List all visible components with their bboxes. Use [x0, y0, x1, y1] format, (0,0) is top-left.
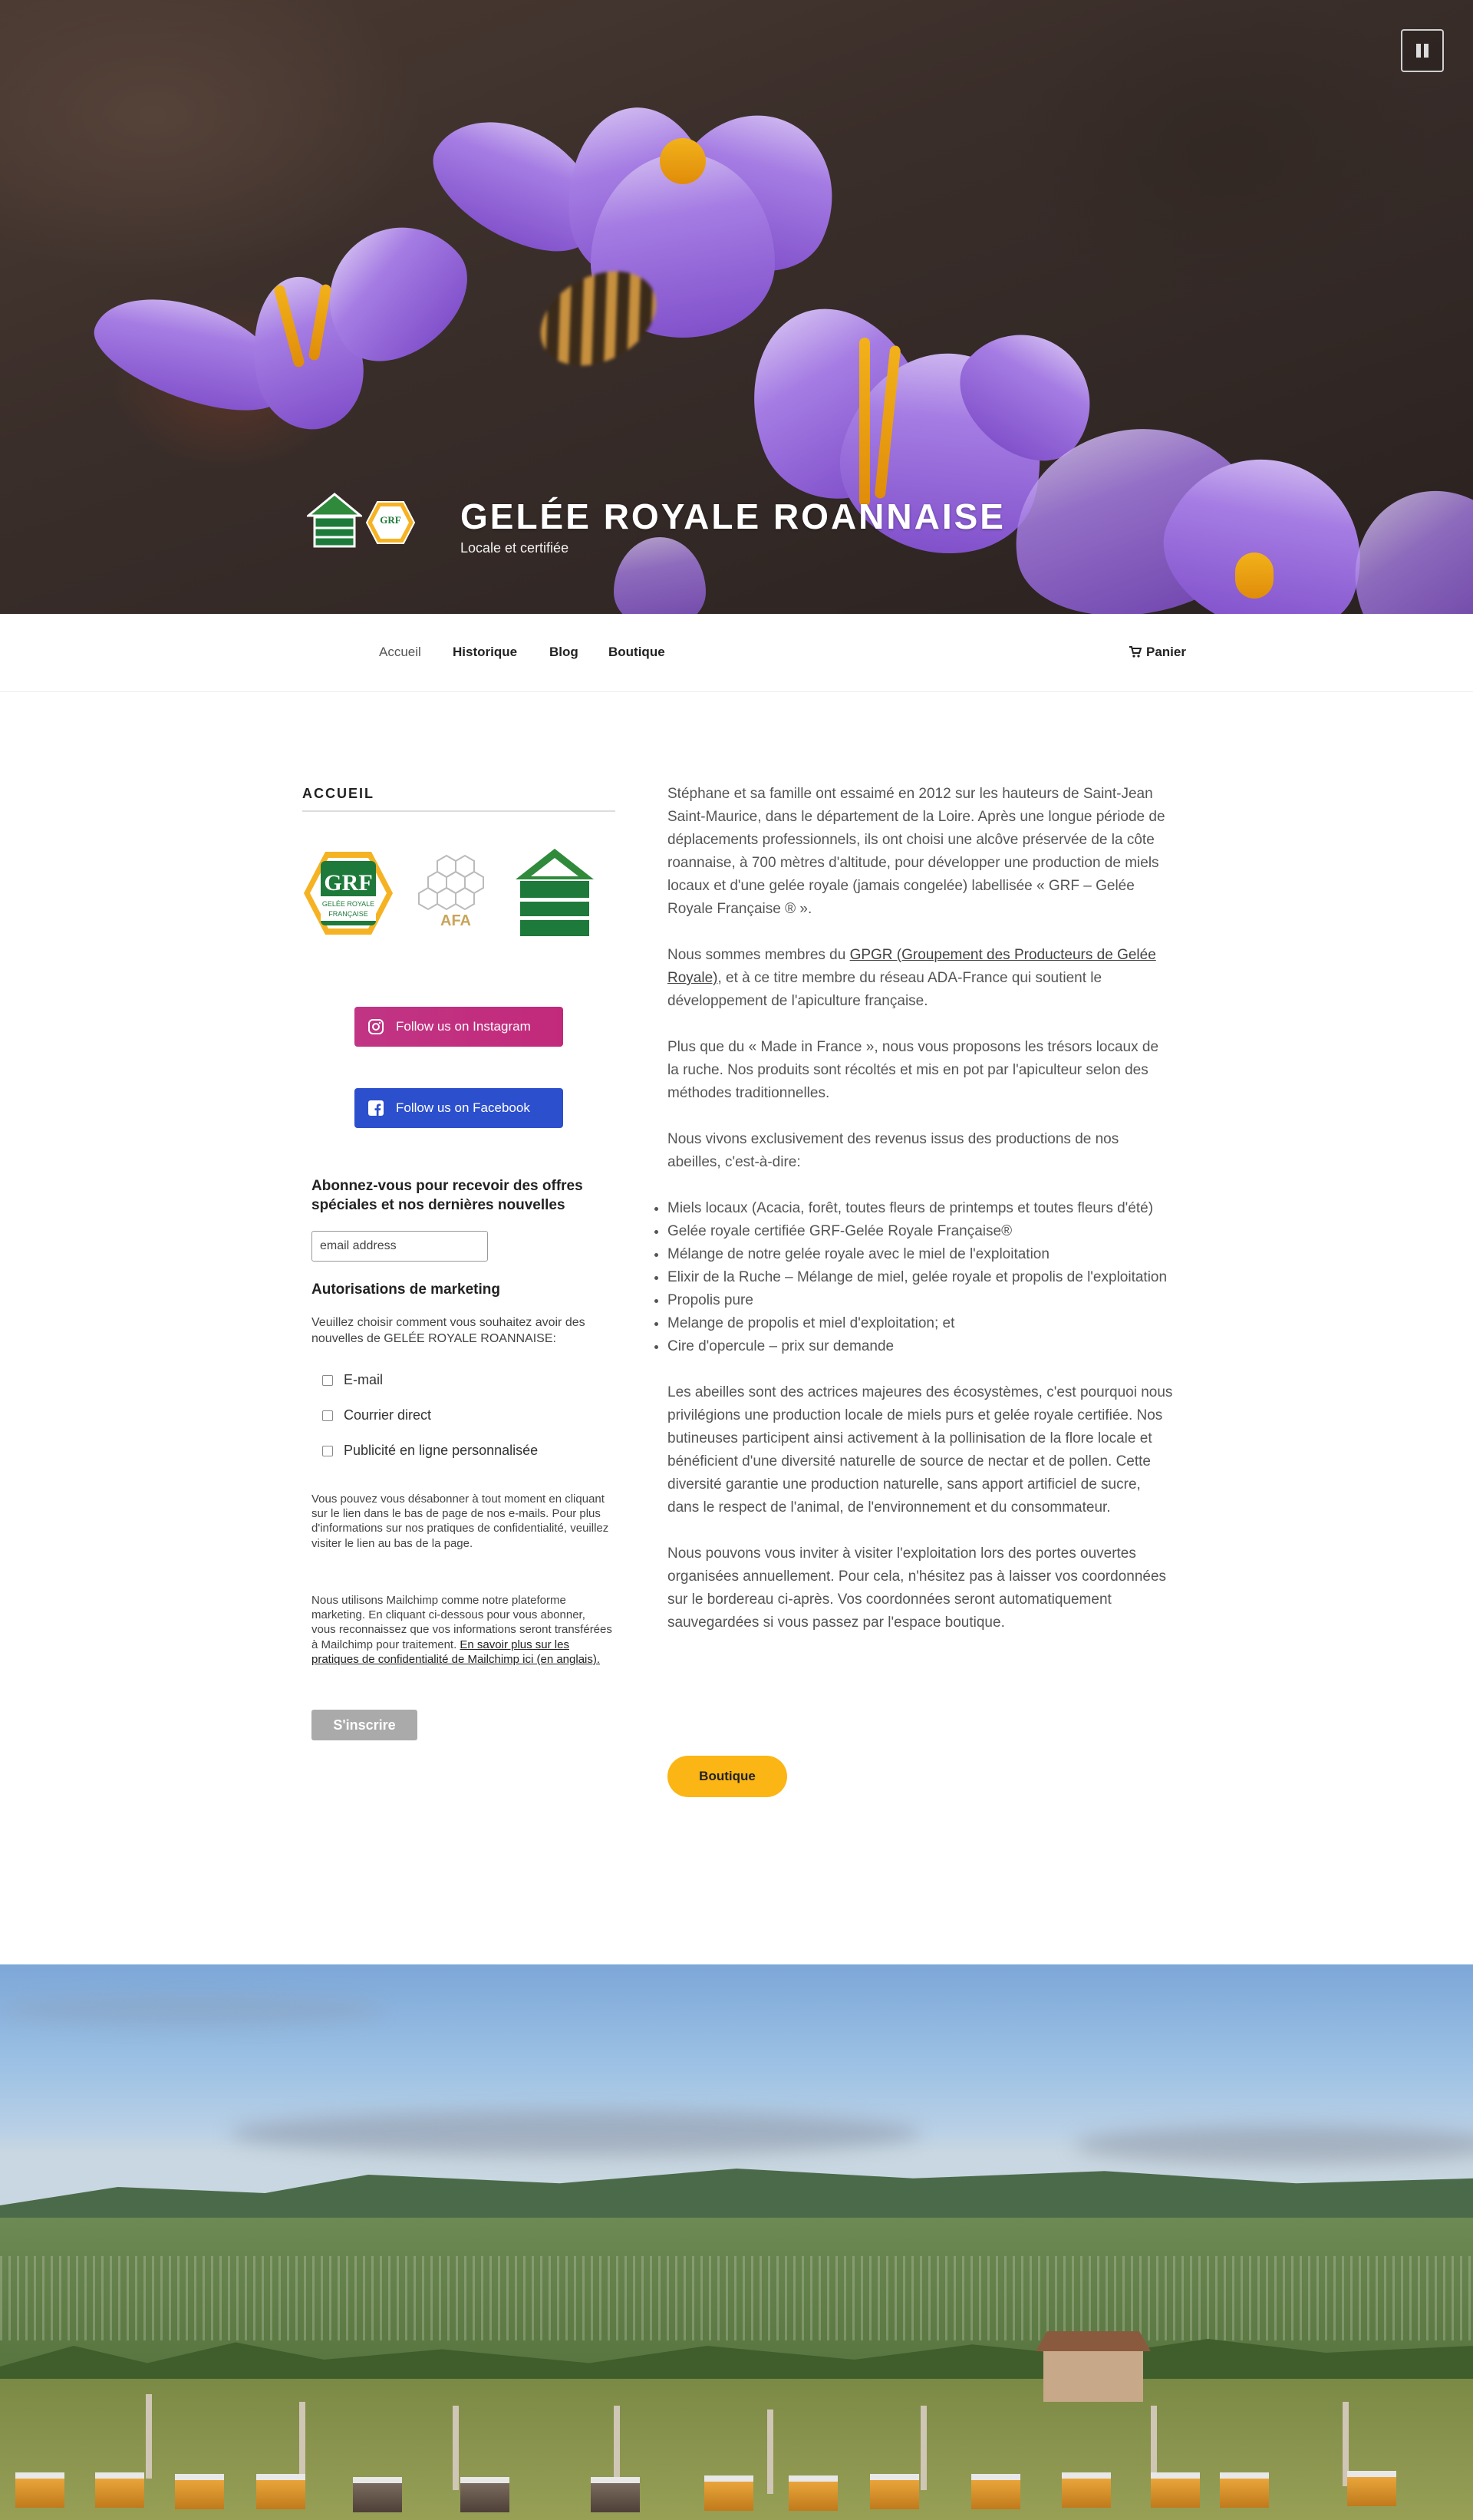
instagram-icon: [368, 1019, 384, 1034]
list-item: Mélange de notre gelée royale avec le mi…: [667, 1243, 1174, 1266]
subscribe-button[interactable]: S'inscrire: [311, 1710, 417, 1740]
flower-stamen: [1235, 552, 1274, 599]
made-in-france-paragraph: Plus que du « Made in France », nous vou…: [667, 1039, 1159, 1101]
svg-text:GELÉE ROYALE: GELÉE ROYALE: [322, 900, 374, 908]
svg-text:GRF: GRF: [324, 870, 372, 896]
beehive: [704, 2475, 753, 2511]
online-ads-checkbox[interactable]: [322, 1445, 333, 1456]
beehive: [256, 2474, 305, 2509]
farmhouse: [1043, 2348, 1143, 2402]
beehive: [870, 2474, 919, 2509]
option-label: E-mail: [344, 1372, 384, 1387]
option-online-ads[interactable]: Publicité en ligne personnalisée: [322, 1443, 538, 1459]
list-item: Elixir de la Ruche – Mélange de miel, ge…: [667, 1266, 1174, 1289]
cart-icon: [1129, 646, 1142, 658]
svg-text:GRF: GRF: [380, 514, 401, 526]
flower-stamen: [859, 338, 870, 506]
svg-text:FRANÇAISE: FRANÇAISE: [328, 910, 368, 918]
nav-item-accueil[interactable]: Accueil: [379, 645, 421, 660]
list-item: Gelée royale certifiée GRF-Gelée Royale …: [667, 1220, 1174, 1243]
direct-mail-checkbox[interactable]: [322, 1410, 333, 1421]
beehive: [591, 2477, 640, 2512]
main-content: Stéphane et sa famille ont essaimé en 20…: [667, 783, 1174, 1657]
instagram-follow-button[interactable]: Follow us on Instagram: [354, 1007, 563, 1047]
boutique-button[interactable]: Boutique: [667, 1756, 787, 1797]
membership-paragraph: Nous sommes membres du GPGR (Groupement …: [667, 947, 1156, 1009]
afa-logo-icon: AFA: [418, 854, 484, 929]
beehive: [789, 2475, 838, 2511]
instagram-label: Follow us on Instagram: [396, 1019, 531, 1034]
newsletter-heading: Abonnez-vous pour recevoir des offres sp…: [311, 1178, 583, 1213]
beehive: [971, 2474, 1020, 2509]
main-navigation: Accueil Historique Blog Boutique Panier: [0, 614, 1473, 692]
unsubscribe-notice: Vous pouvez vous désabonner à tout momen…: [311, 1493, 609, 1550]
mailchimp-notice: Nous utilisons Mailchimp comme notre pla…: [311, 1593, 612, 1667]
option-direct-mail[interactable]: Courrier direct: [322, 1407, 431, 1423]
beehive: [1347, 2471, 1396, 2506]
flower-petal: [614, 537, 706, 614]
list-item: Cire d'opercule – prix sur demande: [667, 1335, 1174, 1358]
email-input[interactable]: [311, 1231, 488, 1262]
svg-text:AFA: AFA: [440, 912, 471, 929]
beehive: [95, 2472, 144, 2508]
flower-stamen: [660, 138, 706, 184]
site-title[interactable]: GELÉE ROYALE ROANNAISE: [460, 496, 1006, 537]
option-label: Publicité en ligne personnalisée: [344, 1443, 539, 1458]
list-item: Miels locaux (Acacia, forêt, toutes fleu…: [667, 1197, 1174, 1220]
hive-logo-icon: [516, 849, 594, 936]
option-email[interactable]: E-mail: [322, 1372, 383, 1388]
nav-item-boutique[interactable]: Boutique: [608, 645, 665, 660]
grf-badge-icon: GRF: [365, 501, 416, 544]
sidebar-title: ACCUEIL: [302, 786, 374, 801]
email-checkbox[interactable]: [322, 1374, 333, 1386]
cart-link[interactable]: Panier: [1129, 645, 1186, 660]
hero-banner: GRF GELÉE ROYALE ROANNAISE Locale et cer…: [0, 0, 1473, 614]
nav-item-blog[interactable]: Blog: [549, 645, 578, 660]
pause-icon: [1416, 44, 1421, 58]
beehive: [1220, 2472, 1269, 2508]
facebook-icon: [368, 1100, 384, 1116]
grf-logo-icon: GRF GELÉE ROYALE FRANÇAISE: [304, 852, 393, 935]
list-item: Propolis pure: [667, 1289, 1174, 1312]
visit-paragraph: Nous pouvons vous inviter à visiter l'ex…: [667, 1545, 1167, 1631]
facebook-label: Follow us on Facebook: [396, 1100, 530, 1115]
cart-label: Panier: [1146, 645, 1186, 659]
marketing-description: Veuillez choisir comment vous souhaitez …: [311, 1316, 585, 1345]
beehive: [15, 2472, 64, 2508]
intro-paragraph: Stéphane et sa famille ont essaimé en 20…: [667, 786, 1165, 917]
option-label: Courrier direct: [344, 1407, 432, 1423]
beehive: [175, 2474, 224, 2509]
nav-item-historique[interactable]: Historique: [453, 645, 517, 660]
beehive: [353, 2477, 402, 2512]
beehive: [1062, 2472, 1111, 2508]
landscape-image: [0, 1964, 1473, 2520]
site-tagline: Locale et certifiée: [460, 540, 569, 556]
pause-button[interactable]: [1401, 29, 1444, 72]
marketing-heading: Autorisations de marketing: [311, 1281, 500, 1298]
revenue-paragraph: Nous vivons exclusivement des revenus is…: [667, 1131, 1119, 1170]
beehive: [1151, 2472, 1200, 2508]
hive-logo-icon: [307, 493, 362, 548]
list-item: Melange de propolis et miel d'exploitati…: [667, 1312, 1174, 1335]
sidebar-divider: [302, 810, 615, 812]
facebook-follow-button[interactable]: Follow us on Facebook: [354, 1088, 563, 1128]
ecosystem-paragraph: Les abeilles sont des actrices majeures …: [667, 1384, 1173, 1516]
product-list: Miels locaux (Acacia, forêt, toutes fleu…: [652, 1197, 1174, 1358]
beehive: [460, 2477, 509, 2512]
